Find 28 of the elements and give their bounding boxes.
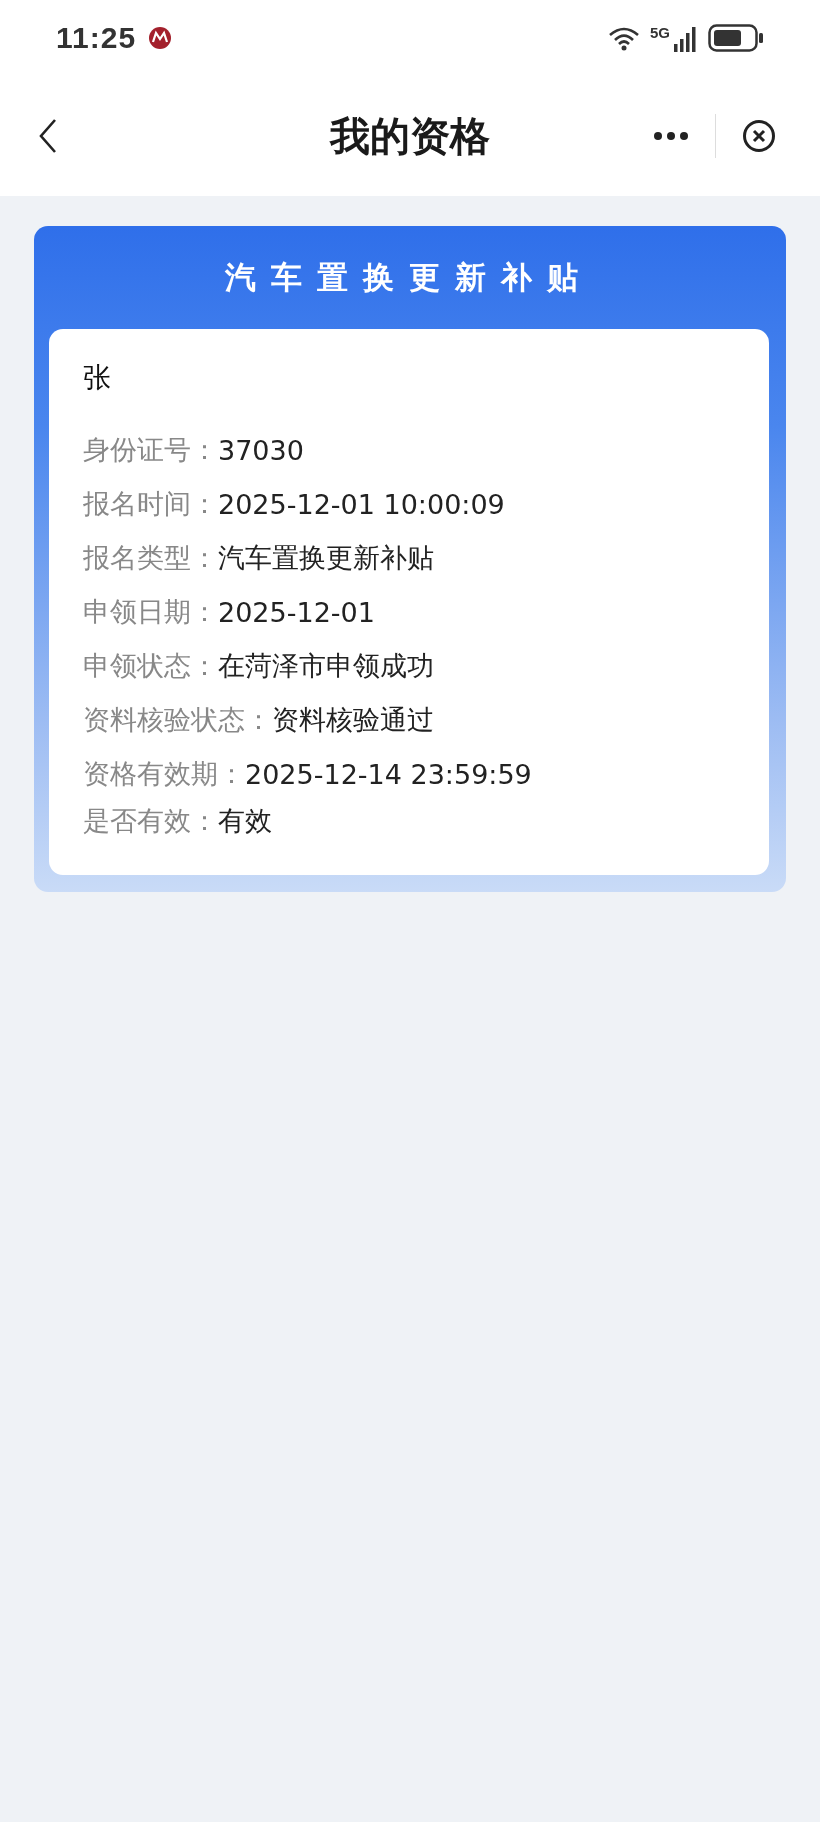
- status-time: 11:25: [56, 21, 137, 55]
- field-label: 报名时间：: [83, 487, 218, 521]
- page-title: 我的资格: [330, 111, 490, 161]
- field-value: 在菏泽市申领成功: [218, 649, 434, 683]
- field-label: 是否有效：: [83, 804, 218, 838]
- card-title: 汽车置换更新补贴: [224, 257, 594, 297]
- field-label: 资格有效期：: [83, 757, 245, 791]
- back-button[interactable]: [38, 118, 58, 154]
- field-label: 身份证号：: [83, 433, 218, 467]
- holder-name: 张: [83, 360, 112, 396]
- network-type: 5G: [650, 24, 670, 41]
- signal-icon: [674, 26, 696, 52]
- field-label: 报名类型：: [83, 541, 218, 575]
- field-value: 2025-12-01 10:00:09: [218, 488, 505, 520]
- field-label: 资料核验状态：: [83, 703, 272, 737]
- bank-logo-icon: [148, 26, 173, 50]
- field-value: 37030: [218, 434, 304, 466]
- field-value: 资料核验通过: [272, 703, 434, 737]
- field-value: 2025-12-14 23:59:59: [245, 758, 532, 790]
- battery-icon: [708, 24, 764, 52]
- field-value: 汽车置换更新补贴: [218, 541, 434, 575]
- wifi-icon: [608, 26, 640, 52]
- field-value: 有效: [218, 804, 272, 838]
- field-value: 2025-12-01: [218, 596, 375, 628]
- close-icon[interactable]: [742, 119, 776, 153]
- field-label: 申领状态：: [83, 649, 218, 683]
- more-icon[interactable]: [653, 131, 689, 141]
- field-label: 申领日期：: [83, 595, 218, 629]
